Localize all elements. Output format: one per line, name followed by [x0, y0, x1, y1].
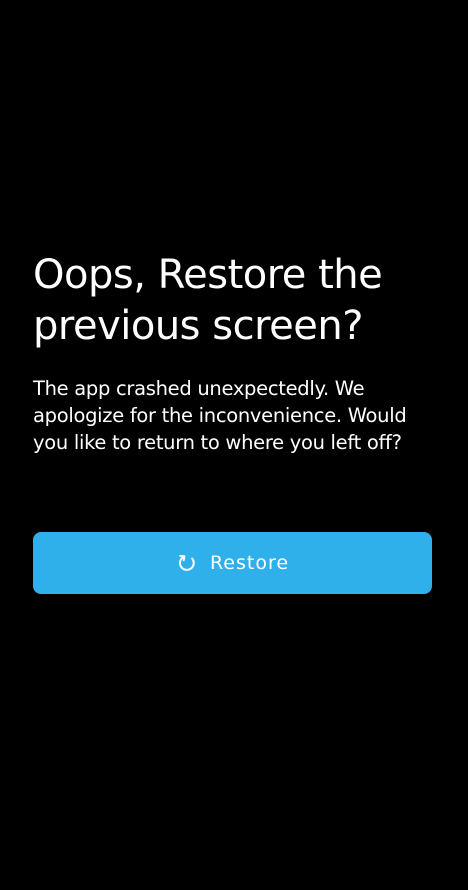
crash-message: The app crashed unexpectedly. We apologi…: [33, 377, 407, 454]
restore-button-label: Restore: [209, 552, 290, 574]
crash-restore-screen: Oops, Restore the previous screen? The a…: [0, 0, 468, 890]
page-title: Oops, Restore the previous screen?: [33, 252, 383, 349]
restore-button[interactable]: Restore: [33, 532, 432, 594]
restore-icon: [176, 552, 198, 574]
